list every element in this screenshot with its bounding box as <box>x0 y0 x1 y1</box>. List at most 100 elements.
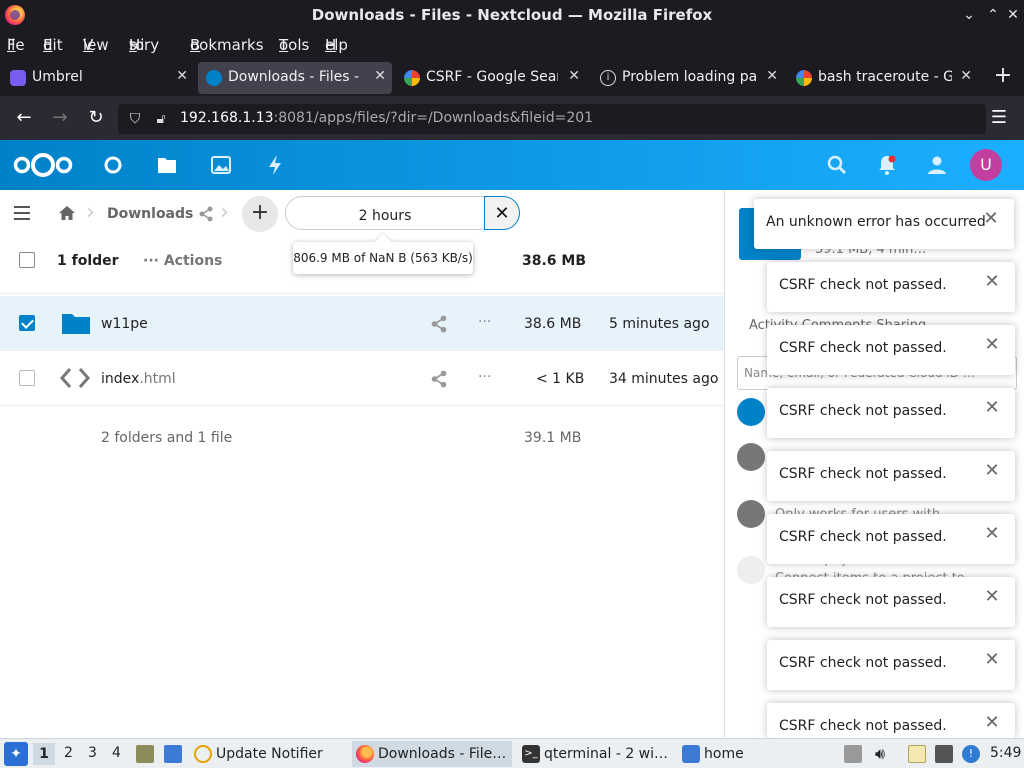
shield-icon[interactable]: ⛉ <box>126 110 144 128</box>
tab-bar: Umbrel ✕ Downloads - Files - N ✕ CSRF - … <box>0 60 1024 96</box>
csrf-toast: CSRF check not passed. ✕ <box>767 577 1015 627</box>
back-icon[interactable]: ← <box>12 106 36 130</box>
workspace-1[interactable]: 1 <box>33 743 55 765</box>
tab-problem-loading[interactable]: i Problem loading pag ✕ <box>592 62 784 94</box>
close-tab-icon[interactable]: ✕ <box>374 68 386 84</box>
dashboard-icon[interactable] <box>102 154 124 176</box>
tab-downloads-files[interactable]: Downloads - Files - N ✕ <box>198 62 392 94</box>
user-avatar[interactable]: U <box>970 149 1002 181</box>
network-icon[interactable] <box>935 745 953 763</box>
tab-umbrel[interactable]: Umbrel ✕ <box>2 62 194 94</box>
toast-message: CSRF check not passed. <box>779 655 947 671</box>
share-icon[interactable] <box>198 206 214 222</box>
file-name[interactable]: w11pe <box>101 316 148 332</box>
code-file-icon <box>60 368 90 388</box>
toast-message: CSRF check not passed. <box>779 277 947 293</box>
clipboard-icon[interactable] <box>908 745 926 763</box>
file-name[interactable]: index.html <box>101 371 176 387</box>
close-tab-icon[interactable]: ✕ <box>568 68 580 84</box>
navigation-toggle-icon[interactable] <box>14 206 30 220</box>
maximize-icon[interactable]: ⌃ <box>982 4 1004 26</box>
external-link-icon[interactable] <box>737 500 765 528</box>
file-modified: 5 minutes ago <box>609 316 710 332</box>
photos-icon[interactable] <box>210 154 232 176</box>
breadcrumb-downloads[interactable]: Downloads <box>107 206 193 222</box>
firefox-icon <box>356 745 374 763</box>
clock: 5:49 <box>990 745 1022 761</box>
nextcloud-logo-icon[interactable] <box>12 151 74 179</box>
window-title: Downloads - Files - Nextcloud — Mozilla … <box>311 6 713 24</box>
files-icon[interactable] <box>156 154 178 176</box>
show-desktop-icon[interactable] <box>164 745 182 763</box>
task-firefox[interactable]: Downloads - File… <box>352 741 512 767</box>
csrf-toast: CSRF check not passed. ✕ <box>767 451 1015 501</box>
tab-bash-traceroute[interactable]: bash traceroute - Go ✕ <box>788 62 978 94</box>
cancel-upload-button[interactable]: ✕ <box>484 196 520 230</box>
toast-message: CSRF check not passed. <box>779 403 947 419</box>
toast-message: An unknown error has occurred <box>766 214 986 230</box>
project-icon[interactable] <box>737 556 765 584</box>
workspace-3[interactable]: 3 <box>88 745 97 761</box>
close-toast-icon[interactable]: ✕ <box>983 588 1001 606</box>
select-all-checkbox[interactable] <box>19 252 35 268</box>
link-icon[interactable] <box>737 398 765 426</box>
more-dots-icon: ··· <box>143 253 159 269</box>
close-toast-icon[interactable]: ✕ <box>983 273 1001 291</box>
start-menu-icon[interactable]: ✦ <box>4 742 28 766</box>
toast-message: CSRF check not passed. <box>779 529 947 545</box>
close-toast-icon[interactable]: ✕ <box>983 651 1001 669</box>
activity-icon[interactable] <box>264 154 286 176</box>
notification-icon[interactable]: ! <box>962 745 980 763</box>
umbrel-icon <box>10 70 26 86</box>
close-tab-icon[interactable]: ✕ <box>960 68 972 84</box>
notifications-bell-icon[interactable] <box>876 154 898 176</box>
close-tab-icon[interactable]: ✕ <box>176 68 188 84</box>
workspace-2[interactable]: 2 <box>64 745 73 761</box>
row-checkbox[interactable] <box>19 315 35 331</box>
close-toast-icon[interactable]: ✕ <box>983 714 1001 732</box>
task-update-notifier[interactable]: Update Notifier <box>190 741 340 767</box>
close-toast-icon[interactable]: ✕ <box>982 210 1000 228</box>
more-actions-icon[interactable]: ··· <box>478 369 496 387</box>
contacts-icon[interactable] <box>926 154 948 176</box>
forward-icon[interactable]: → <box>48 106 72 130</box>
more-actions-icon[interactable]: ··· <box>478 314 496 332</box>
task-qterminal[interactable]: >_ qterminal - 2 wi… <box>518 741 672 767</box>
close-toast-icon[interactable]: ✕ <box>983 462 1001 480</box>
file-row[interactable]: index.html ··· < 1 KB 34 minutes ago <box>0 351 724 406</box>
new-file-button[interactable]: + <box>242 196 278 232</box>
minimize-icon[interactable]: ⌄ <box>958 4 980 26</box>
menu-bar: File Edit View Hi s tory Bookmarks Tools H… <box>0 30 1024 60</box>
actions-menu[interactable]: ··· Actions <box>143 253 222 269</box>
tray-app-icon[interactable] <box>844 745 862 763</box>
tab-csrf-google[interactable]: CSRF - Google Searc ✕ <box>396 62 586 94</box>
upload-progress[interactable]: 2 hours <box>285 196 485 230</box>
trash-icon[interactable] <box>136 745 154 763</box>
csrf-toast: CSRF check not passed. ✕ <box>767 262 1015 312</box>
close-tab-icon[interactable]: ✕ <box>766 68 778 84</box>
close-toast-icon[interactable]: ✕ <box>983 525 1001 543</box>
more-sharing-icon[interactable] <box>737 443 765 471</box>
close-window-icon[interactable]: ✕ <box>1002 4 1024 26</box>
workspace-4[interactable]: 4 <box>112 745 121 761</box>
close-toast-icon[interactable]: ✕ <box>983 336 1001 354</box>
new-tab-button[interactable]: + <box>990 63 1016 89</box>
share-icon[interactable] <box>430 315 448 333</box>
row-checkbox[interactable] <box>19 370 35 386</box>
volume-icon[interactable]: 🔊︎ <box>871 745 889 763</box>
file-row[interactable]: w11pe ··· 38.6 MB 5 minutes ago <box>0 296 724 351</box>
summary-size: 39.1 MB <box>524 430 582 446</box>
share-icon[interactable] <box>430 370 448 388</box>
url-bar[interactable]: ⛉ 🔓︎ 192.168.1.13:8081/apps/files/?dir=/… <box>118 104 986 134</box>
lock-icon[interactable]: 🔓︎ <box>152 110 170 128</box>
toast-message: CSRF check not passed. <box>779 340 947 356</box>
update-notifier-icon <box>194 745 212 763</box>
search-icon[interactable] <box>826 154 848 176</box>
close-toast-icon[interactable]: ✕ <box>983 399 1001 417</box>
url-text[interactable]: 192.168.1.13:8081/apps/files/?dir=/Downl… <box>180 110 593 126</box>
toast-message: CSRF check not passed. <box>779 718 947 734</box>
home-icon[interactable] <box>58 204 76 222</box>
reload-icon[interactable]: ↻ <box>84 106 108 130</box>
task-home[interactable]: home <box>678 741 778 767</box>
app-menu-icon[interactable]: ☰ <box>987 106 1011 130</box>
